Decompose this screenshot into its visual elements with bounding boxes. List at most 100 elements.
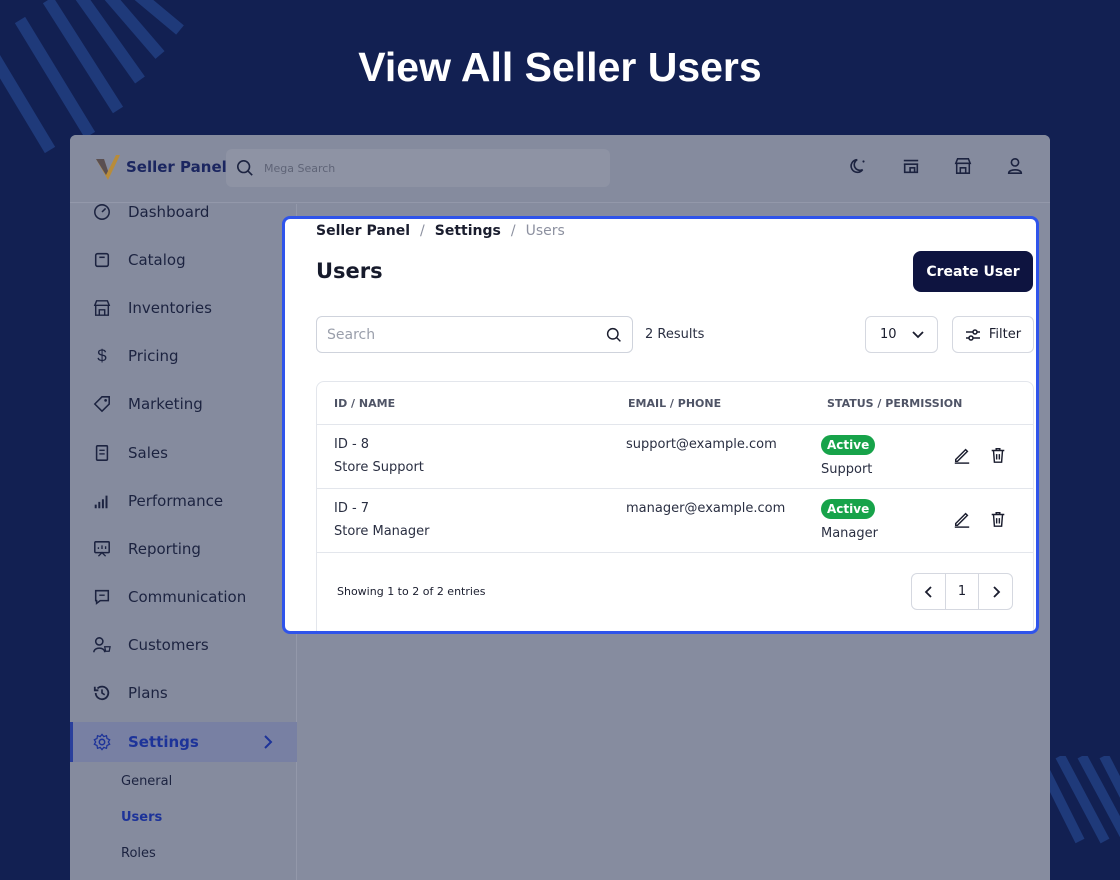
sliders-icon xyxy=(965,328,980,341)
theme-toggle-icon[interactable] xyxy=(848,155,870,177)
bar-chart-icon xyxy=(92,491,112,511)
table-row: ID - 8 Store Support support@example.com… xyxy=(317,425,1033,489)
prev-page-button[interactable] xyxy=(912,574,945,609)
user-name: Store Manager xyxy=(334,524,430,539)
mega-search-placeholder: Mega Search xyxy=(264,161,336,175)
sidebar-item-label: Catalog xyxy=(128,251,186,269)
inventory-icon xyxy=(92,298,112,318)
status-badge: Active xyxy=(821,435,876,455)
logo[interactable]: Seller Panel xyxy=(94,153,227,181)
filter-label: Filter xyxy=(988,327,1022,342)
sidebar-item-label: Pricing xyxy=(128,347,179,365)
sidebar-item-label: Settings xyxy=(128,733,199,751)
sidebar-item-label: Sales xyxy=(128,444,168,462)
status-badge: Active xyxy=(821,499,876,519)
search-field[interactable] xyxy=(316,316,633,353)
sidebar-item-label: Reporting xyxy=(128,540,201,558)
page-title: Users xyxy=(316,259,383,283)
user-permission: Support xyxy=(821,462,873,477)
customers-icon xyxy=(92,635,112,655)
sidebar: Dashboard Catalog Inventories $ Pricing … xyxy=(70,203,297,880)
results-count: 2 Results xyxy=(645,327,705,342)
sidebar-item-label: Plans xyxy=(128,684,168,702)
edit-icon[interactable] xyxy=(951,444,973,466)
user-permission: Manager xyxy=(821,526,878,541)
column-header-id-name: ID / NAME xyxy=(334,397,396,410)
sidebar-item-sales[interactable]: Sales xyxy=(70,433,297,473)
search-icon[interactable] xyxy=(606,327,622,343)
column-header-status-permission: STATUS / PERMISSION xyxy=(827,397,963,410)
page-number-button[interactable]: 1 xyxy=(945,574,979,609)
chevron-left-icon xyxy=(924,585,932,598)
sidebar-item-label: Communication xyxy=(128,588,247,606)
sidebar-item-label: Dashboard xyxy=(128,203,210,221)
chevron-right-icon xyxy=(992,585,1000,598)
edit-icon[interactable] xyxy=(951,508,973,530)
pagination: 1 xyxy=(911,573,1013,610)
breadcrumb-seller-panel[interactable]: Seller Panel xyxy=(316,223,410,239)
logo-icon xyxy=(96,155,120,180)
breadcrumb-separator: / xyxy=(420,223,425,239)
sidebar-item-label: Performance xyxy=(128,492,224,510)
user-email: support@example.com xyxy=(626,437,777,452)
stripe-decoration xyxy=(1040,756,1120,844)
user-icon[interactable] xyxy=(1004,155,1026,177)
user-email: manager@example.com xyxy=(626,501,786,516)
shop-icon[interactable] xyxy=(952,155,974,177)
user-name: Store Support xyxy=(334,460,424,475)
delete-icon[interactable] xyxy=(987,508,1009,530)
receipt-icon xyxy=(92,443,112,463)
sidebar-item-performance[interactable]: Performance xyxy=(70,481,297,521)
sidebar-item-pricing[interactable]: $ Pricing xyxy=(70,336,297,376)
report-icon xyxy=(92,539,112,559)
user-id: ID - 7 xyxy=(334,501,370,516)
sidebar-item-catalog[interactable]: Catalog xyxy=(70,240,297,280)
sidebar-item-label: Inventories xyxy=(128,299,212,317)
tag-icon xyxy=(92,394,112,414)
history-icon xyxy=(92,683,112,703)
users-panel: Seller Panel / Settings / Users Users Cr… xyxy=(282,216,1039,634)
dashboard-icon xyxy=(92,202,112,222)
users-table: ID / NAME EMAIL / PHONE STATUS / PERMISS… xyxy=(316,381,1034,631)
column-header-email-phone: EMAIL / PHONE xyxy=(628,397,722,410)
gear-icon xyxy=(92,732,112,752)
breadcrumb: Seller Panel / Settings / Users xyxy=(316,223,565,239)
sidebar-item-marketing[interactable]: Marketing xyxy=(70,384,297,424)
table-row: ID - 7 Store Manager manager@example.com… xyxy=(317,489,1033,553)
store-front-icon[interactable] xyxy=(900,155,922,177)
user-id: ID - 8 xyxy=(334,437,370,452)
breadcrumb-users: Users xyxy=(525,223,565,239)
sidebar-item-dashboard[interactable]: Dashboard xyxy=(70,192,297,232)
per-page-select[interactable]: 10 xyxy=(865,316,938,353)
sidebar-subitem-users[interactable]: Users xyxy=(121,810,162,825)
search-input[interactable] xyxy=(327,326,606,343)
create-user-button[interactable]: Create User xyxy=(913,251,1033,292)
sidebar-subitem-general[interactable]: General xyxy=(121,774,172,789)
mega-search-input[interactable]: Mega Search xyxy=(226,149,610,187)
logo-text: Seller Panel xyxy=(126,158,227,176)
sidebar-item-reporting[interactable]: Reporting xyxy=(70,529,297,569)
search-icon xyxy=(236,159,253,176)
next-page-button[interactable] xyxy=(979,574,1012,609)
sidebar-item-plans[interactable]: Plans xyxy=(70,673,297,713)
sidebar-item-inventories[interactable]: Inventories xyxy=(70,288,297,328)
sidebar-item-communication[interactable]: Communication xyxy=(70,577,297,617)
sidebar-item-label: Marketing xyxy=(128,395,203,413)
table-header: ID / NAME EMAIL / PHONE STATUS / PERMISS… xyxy=(317,382,1033,425)
sidebar-item-customers[interactable]: Customers xyxy=(70,625,297,665)
breadcrumb-separator: / xyxy=(510,223,516,239)
sidebar-item-settings[interactable]: Settings xyxy=(70,722,297,762)
sidebar-subitem-roles[interactable]: Roles xyxy=(121,846,156,861)
chevron-right-icon xyxy=(264,735,273,749)
pagination-summary: Showing 1 to 2 of 2 entries xyxy=(337,585,486,598)
catalog-icon xyxy=(92,250,112,270)
delete-icon[interactable] xyxy=(987,444,1009,466)
sidebar-item-label: Customers xyxy=(128,636,209,654)
chevron-down-icon xyxy=(912,330,924,338)
filter-button[interactable]: Filter xyxy=(952,316,1034,353)
per-page-value: 10 xyxy=(880,327,897,342)
hero-title: View All Seller Users xyxy=(358,44,762,90)
chat-icon xyxy=(92,587,112,607)
breadcrumb-settings[interactable]: Settings xyxy=(435,223,501,239)
dollar-icon: $ xyxy=(97,346,107,365)
